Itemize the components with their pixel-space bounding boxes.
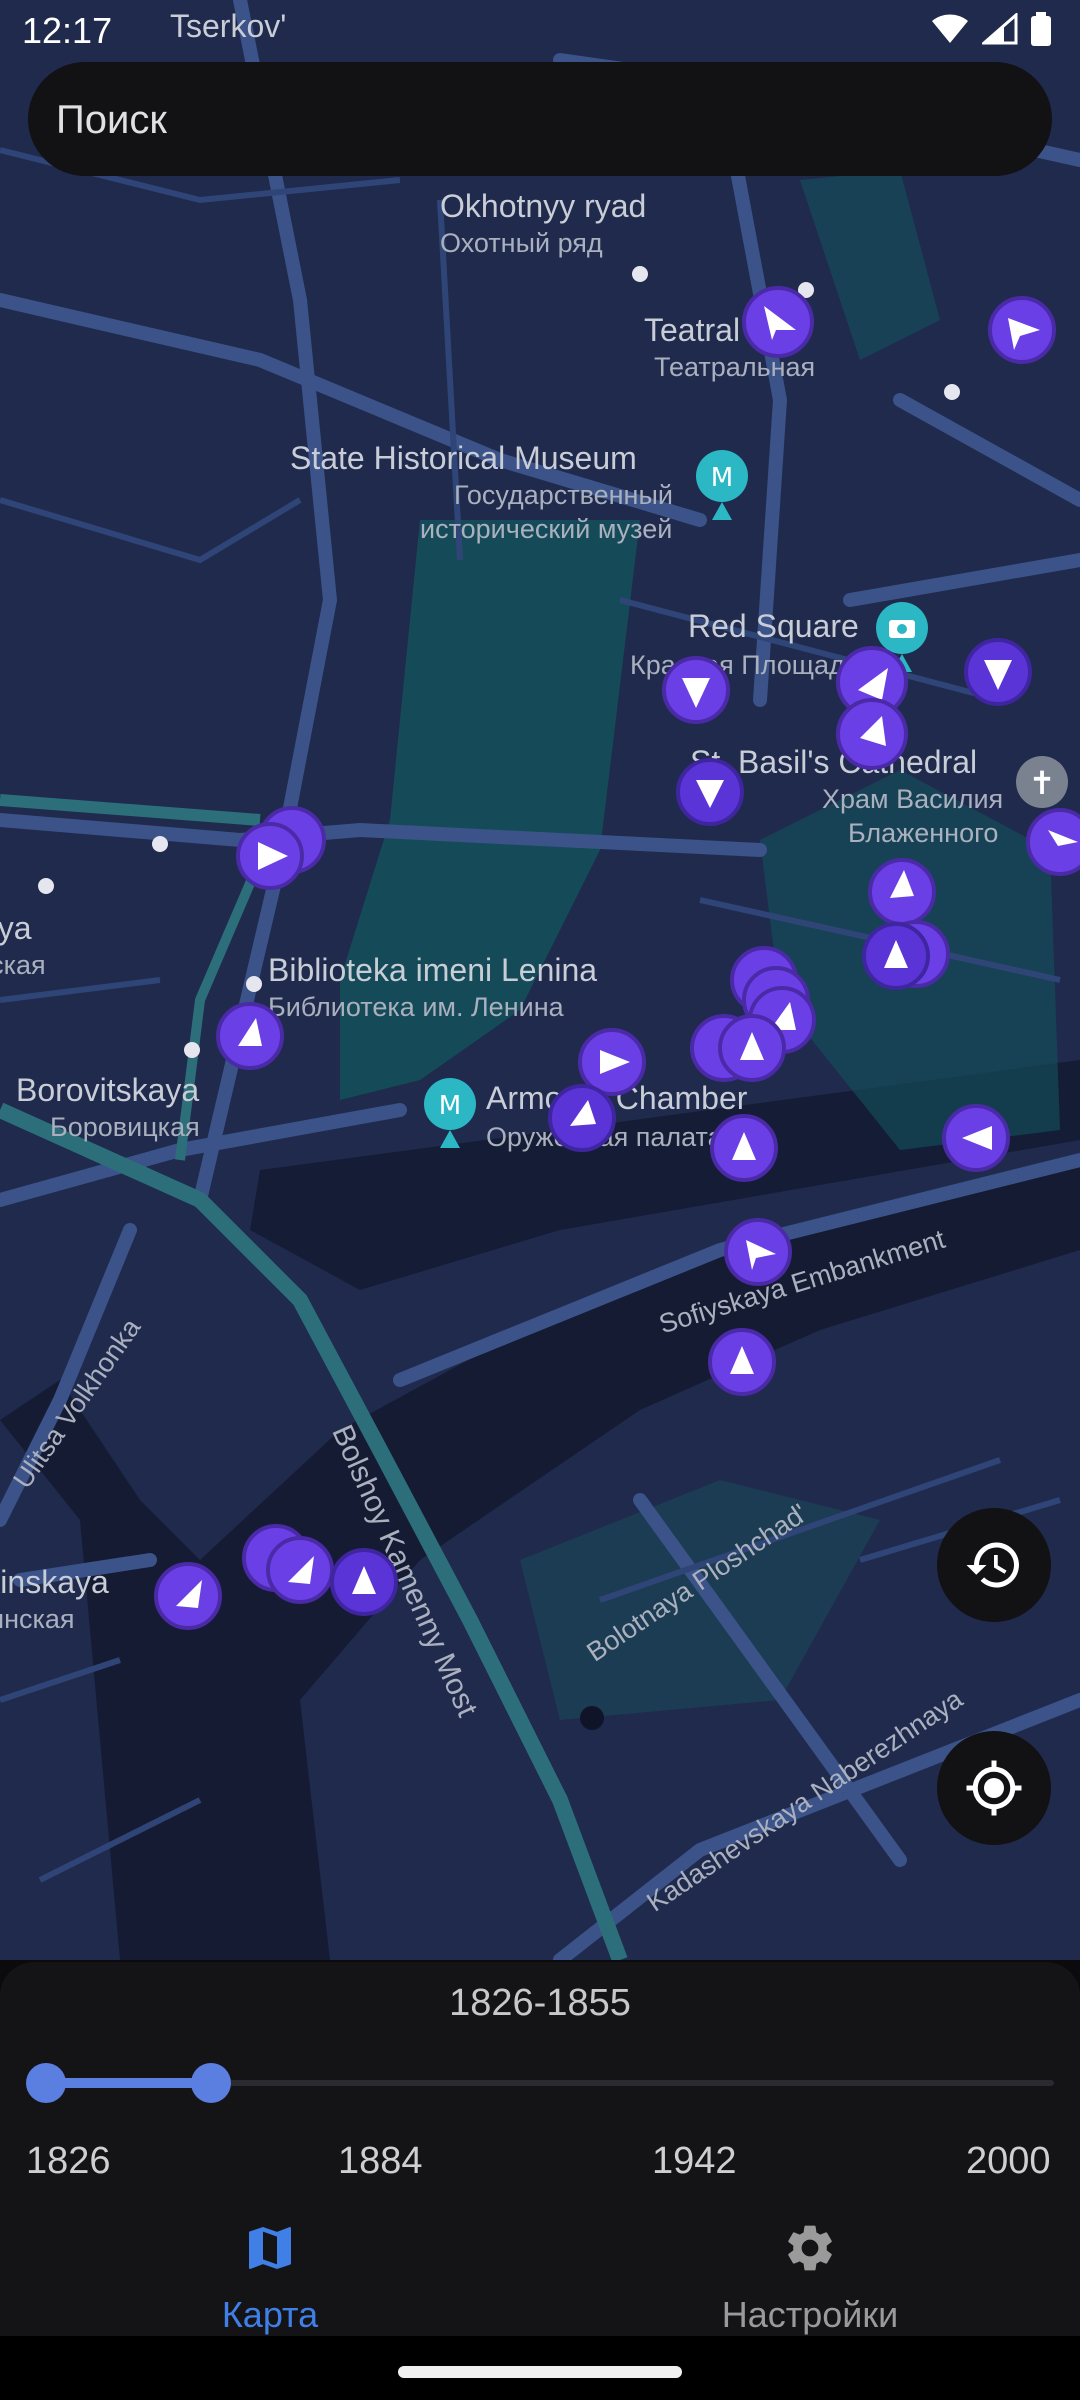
- nav-item-settings[interactable]: Настройки: [540, 2200, 1080, 2336]
- battery-icon: [1031, 12, 1051, 46]
- nav-label-settings: Настройки: [721, 2294, 899, 2335]
- timeline-tick-1826: 1826: [26, 2140, 111, 2182]
- timeline-slider-range: [44, 2078, 210, 2088]
- timeline-tick-1942: 1942: [652, 2140, 737, 2182]
- timeline-range-label: 1826-1855: [449, 1982, 631, 2024]
- map-icon: [249, 2227, 291, 2269]
- timeline-slider-start-thumb[interactable]: [26, 2063, 66, 2103]
- status-icons: [930, 12, 1052, 46]
- timeline-slider-end-thumb[interactable]: [191, 2063, 231, 2103]
- bottom-navigation: Карта Настройки: [0, 2200, 1080, 2336]
- marker-cluster[interactable]: [154, 286, 1080, 1630]
- my-location-button[interactable]: [937, 1731, 1051, 1845]
- marker-layer: [154, 286, 1080, 1630]
- timeline-tick-2000: 2000: [966, 2140, 1051, 2182]
- nav-item-map[interactable]: Карта: [0, 2200, 540, 2336]
- search-input[interactable]: [54, 62, 998, 178]
- signal-icon: [982, 13, 1018, 45]
- search-bar[interactable]: [28, 62, 1052, 178]
- gesture-area: [0, 2336, 1080, 2400]
- map-view[interactable]: Okhotnyy ryad Охотный ряд Teatral Театра…: [0, 0, 1080, 1960]
- timeline-tick-1884: 1884: [338, 2140, 423, 2182]
- history-button[interactable]: [937, 1508, 1051, 1622]
- wifi-icon: [932, 14, 968, 44]
- home-indicator[interactable]: [398, 2366, 682, 2378]
- status-bar: 12:17: [0, 0, 1080, 60]
- my-location-icon: [966, 1760, 1022, 1816]
- history-icon: [966, 1542, 1019, 1588]
- gear-icon: [788, 2225, 832, 2271]
- nav-label-map: Карта: [221, 2294, 319, 2335]
- status-time: 12:17: [22, 10, 113, 51]
